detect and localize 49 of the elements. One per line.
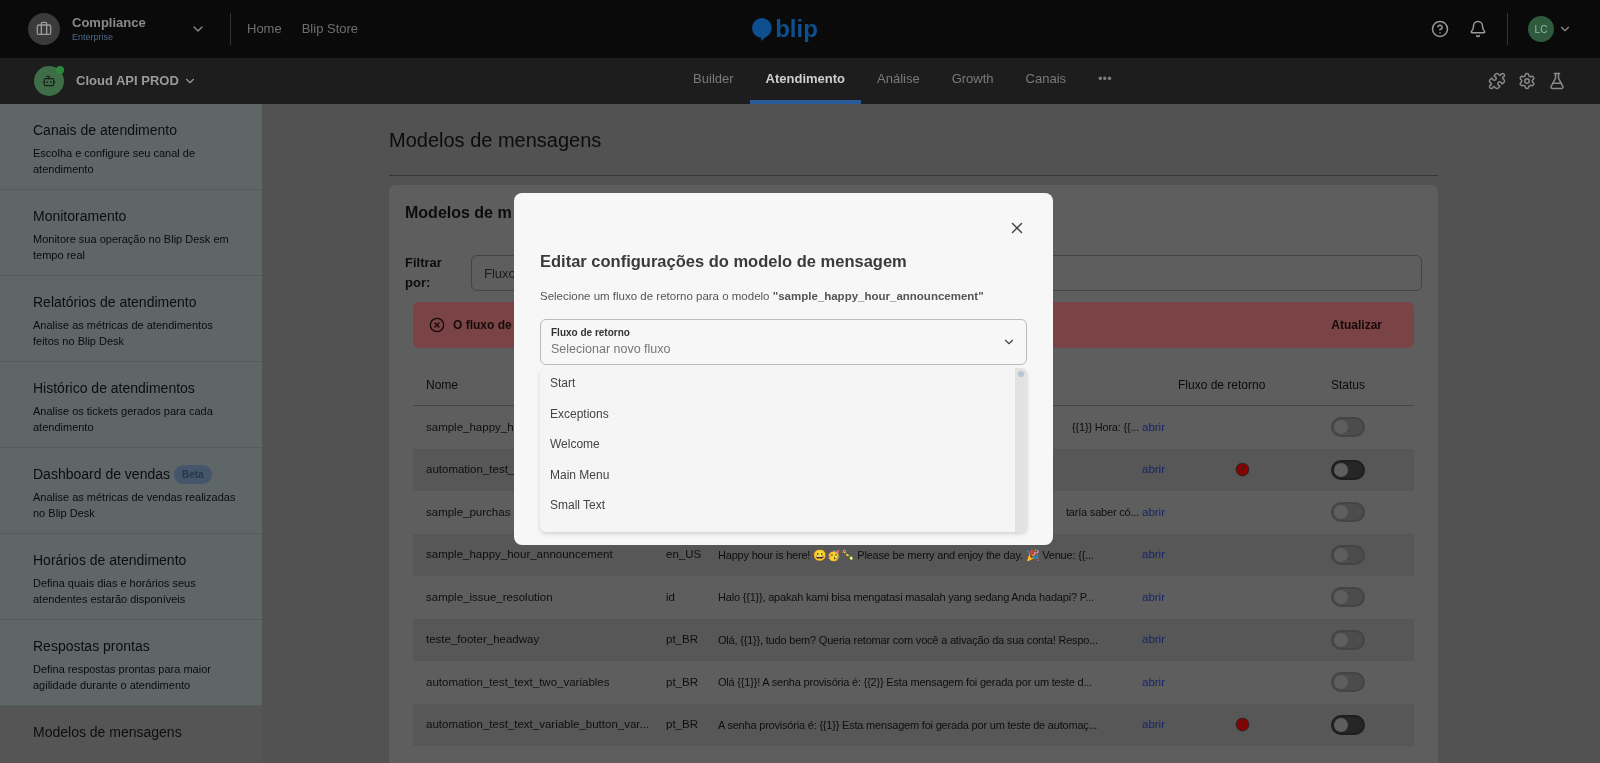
sidebar-item-title: Dashboard de vendas [33,465,170,484]
alert-text: O fluxo de [453,317,512,334]
message-preview: {{1}} Hora: {{... [1072,420,1139,435]
language-code: pt_BR [666,675,698,688]
card-title: Modelos de m [405,203,513,223]
filter-label: Filtrar por: [405,254,443,292]
logo-text: blip [775,17,818,41]
language-code: pt_BR [666,718,698,731]
column-header: Nome [426,377,458,392]
sidebar-item-title: Modelos de mensagens [33,723,182,742]
template-name: sample_happy_hour_announcement [426,548,613,561]
sidebar-item-title: Monitoramento [33,207,127,226]
message-preview: taría saber có... [1065,505,1139,520]
template-name: teste_footer_headway [426,633,540,646]
message-preview: Halo {{1}}, apakah kami bisa mengatasi masalah yang sedang Anda hadapi? P... [718,590,1094,605]
column-header: Status [1331,376,1366,394]
workspace-name: Compliance [72,15,147,31]
template-name: automation_test_text_two_variables [426,675,610,688]
sidebar-item-description: Escolha e configure seu canal de atendimento [33,146,197,177]
language-code: id [666,590,675,603]
page-title: Modelos de mensagens [389,127,602,153]
workspace-plan: Enterprise [72,31,115,43]
sidebar-item-title: Horários de atendimento [33,551,187,570]
sidebar-item-title: Canais de atendimento [33,121,177,140]
message-preview: Olá {{1}}! A senha provisória é: {{2}} Esta mensagem foi gerada por um teste d... [718,675,1092,690]
sidebar-item-description: Analise os tickets gerados para cada atendimento [33,404,214,435]
template-name: sample_issue_resolution [426,590,553,603]
language-code: en_US [666,548,702,561]
sidebar-item-description: Monitore sua operação no Blip Desk em tempo real [33,232,230,263]
message-preview: Happy hour is here! 😀🥳🍾 Please be merry and enjoy the day. 🎉 Venue: {{... [718,547,1094,563]
sidebar-item-title: Respostas prontas [33,637,150,656]
sidebar-item-description: Analise as métricas de atendimentos feitos no Blip Desk [33,318,214,349]
column-header: Fluxo de retorno [1178,377,1266,392]
language-code: pt_BR [666,633,698,646]
template-name: automation_test_ [426,463,515,476]
sidebar-item-description: Analise as métricas de vendas realizadas no Blip Desk [33,490,237,521]
template-name: sample_happy_h [426,420,514,433]
select-placeholder: Selecionar novo fluxo [551,341,672,359]
template-name: automation_test_text_variable_button_var... [426,718,650,731]
sidebar-item-title: Histórico de atendimentos [33,379,195,398]
modal-description: Selecione um fluxo de retorno para o modelo "sample_happy_hour_announcement" [540,288,985,304]
sidebar-item-title: Relatórios de atendimento [33,293,197,312]
sidebar-item-description: Defina quais dias e horários seus atendentes estarão disponíveis [33,576,197,607]
sidebar-item-description: Defina respostas prontas para maior agilidade durante o atendimento [33,662,212,693]
select-label: Fluxo de retorno [551,326,631,341]
template-name: sample_purchas [426,505,511,518]
message-preview: A senha provisória é: {{1}} Esta mensagem foi gerada por um teste de automaç... [718,717,1098,733]
modal-title: Editar configurações do modelo de mensagem [540,251,908,272]
message-preview: Olá, {{1}}, tudo bem? Queria retomar com você a ativação da sua conta! Respo... [718,632,1098,648]
